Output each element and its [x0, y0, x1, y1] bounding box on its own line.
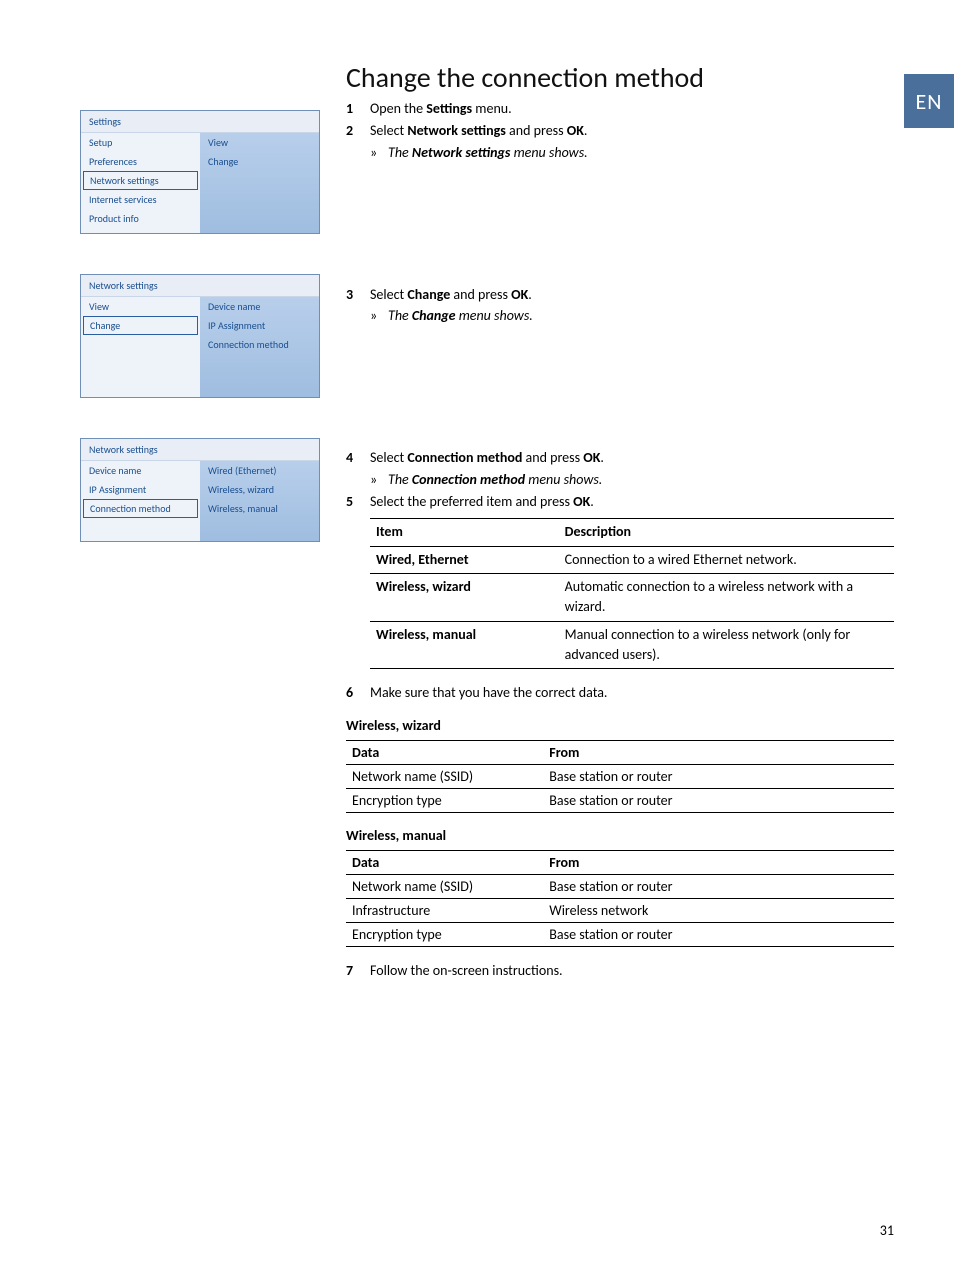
- submenu-item: IP Assignment: [200, 316, 319, 335]
- menu-item: View: [81, 297, 200, 316]
- subheading-manual: Wireless, manual: [346, 827, 894, 844]
- menu-item: Setup: [81, 133, 200, 152]
- steps-list-cont: Follow the on-screen instructions.: [346, 961, 894, 981]
- step-2: Select Network settings and press OK. Th…: [346, 121, 894, 283]
- submenu-item: Change: [200, 152, 319, 171]
- document-page: EN Settings Setup Preferences Network se…: [0, 0, 954, 1269]
- figure-column: Settings Setup Preferences Network setti…: [80, 60, 320, 984]
- table-header: From: [543, 851, 894, 875]
- step-result: The Network settings menu shows.: [370, 143, 894, 163]
- table-row: Wireless, wizard Automatic connection to…: [370, 573, 894, 621]
- panel-header: Network settings: [81, 275, 319, 297]
- step-6: Make sure that you have the correct data…: [346, 683, 894, 703]
- menu-item: Product info: [81, 209, 200, 228]
- figure-settings-menu: Settings Setup Preferences Network setti…: [80, 110, 320, 234]
- menu-item: IP Assignment: [81, 480, 200, 499]
- menu-item-selected: Connection method: [83, 499, 198, 518]
- submenu-item: View: [200, 133, 319, 152]
- table-row: Network name (SSID) Base station or rout…: [346, 765, 894, 789]
- menu-item: Preferences: [81, 152, 200, 171]
- submenu-item: Device name: [200, 297, 319, 316]
- figure-network-settings-change: Network settings View Change Device name…: [80, 274, 320, 398]
- steps-list: Open the Settings menu. Select Network s…: [346, 99, 894, 703]
- table-header: Data: [346, 851, 543, 875]
- table-wizard: Data From Network name (SSID) Base stati…: [346, 740, 894, 813]
- table-header: Item: [370, 519, 559, 546]
- submenu-item: Wireless, manual: [200, 499, 319, 518]
- panel-header: Network settings: [81, 439, 319, 461]
- content-column: Change the connection method Open the Se…: [346, 60, 894, 984]
- table-header: From: [543, 741, 894, 765]
- table-manual: Data From Network name (SSID) Base stati…: [346, 850, 894, 947]
- language-tab: EN: [904, 74, 954, 128]
- menu-item: Internet services: [81, 190, 200, 209]
- step-7: Follow the on-screen instructions.: [346, 961, 894, 981]
- page-number: 31: [880, 1222, 894, 1239]
- step-result: The Connection method menu shows.: [370, 470, 894, 490]
- submenu-item: Wired (Ethernet): [200, 461, 319, 480]
- step-3: Select Change and press OK. The Change m…: [346, 285, 894, 447]
- figure-connection-method: Network settings Device name IP Assignme…: [80, 438, 320, 542]
- subheading-wizard: Wireless, wizard: [346, 717, 894, 734]
- step-4: Select Connection method and press OK. T…: [346, 448, 894, 490]
- page-title: Change the connection method: [346, 60, 894, 95]
- panel-header: Settings: [81, 111, 319, 133]
- step-1: Open the Settings menu.: [346, 99, 894, 119]
- step-result: The Change menu shows.: [370, 306, 894, 326]
- table-row: Network name (SSID) Base station or rout…: [346, 875, 894, 899]
- menu-item: Device name: [81, 461, 200, 480]
- table-row: Infrastructure Wireless network: [346, 899, 894, 923]
- table-header: Data: [346, 741, 543, 765]
- table-row: Encryption type Base station or router: [346, 923, 894, 947]
- step-5: Select the preferred item and press OK. …: [346, 492, 894, 669]
- menu-item-selected: Network settings: [83, 171, 198, 190]
- table-connection-methods: Item Description Wired, Ethernet Connect…: [370, 518, 894, 669]
- table-row: Wired, Ethernet Connection to a wired Et…: [370, 546, 894, 573]
- table-row: Encryption type Base station or router: [346, 789, 894, 813]
- table-header: Description: [559, 519, 894, 546]
- table-row: Wireless, manual Manual connection to a …: [370, 621, 894, 669]
- menu-item-selected: Change: [83, 316, 198, 335]
- submenu-item: Wireless, wizard: [200, 480, 319, 499]
- submenu-item: Connection method: [200, 335, 319, 354]
